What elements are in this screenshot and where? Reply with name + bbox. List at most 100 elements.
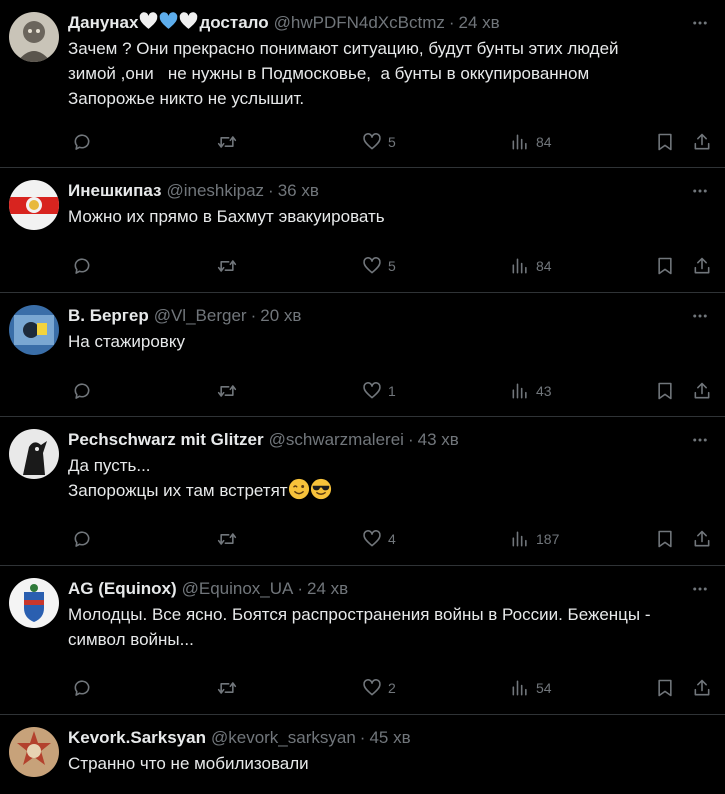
views-icon <box>512 383 527 399</box>
share-button[interactable] <box>692 132 712 152</box>
like-button[interactable]: 1 <box>362 381 396 401</box>
like-button[interactable]: 2 <box>362 678 396 698</box>
view-count: 43 <box>536 383 552 399</box>
timestamp[interactable]: 45 хв <box>369 726 410 750</box>
share-icon <box>694 530 710 547</box>
action-bar: 2 54 <box>68 676 717 700</box>
reply-icon <box>74 258 90 274</box>
handle[interactable]: @schwarzmalerei <box>269 428 404 452</box>
more-icon[interactable] <box>691 580 709 598</box>
reply-button[interactable] <box>72 132 92 152</box>
reply-button[interactable] <box>72 678 92 698</box>
views-button[interactable]: 54 <box>510 678 552 698</box>
avatar[interactable] <box>9 429 59 479</box>
like-icon <box>363 133 381 150</box>
action-bar: 5 84 <box>68 130 717 154</box>
retweet-button[interactable] <box>217 132 237 152</box>
retweet-button[interactable] <box>217 256 237 276</box>
action-bar: 5 84 <box>68 254 717 278</box>
handle[interactable]: @Equinox_UA <box>182 577 294 601</box>
tweet[interactable]: Kevork.Sarksyan @kevork_sarksyan · 45 хв… <box>0 715 725 794</box>
like-count: 5 <box>388 134 396 150</box>
tweet-header: AG (Equinox) @Equinox_UA · 24 хв <box>68 577 709 601</box>
reply-button[interactable] <box>72 381 92 401</box>
more-icon[interactable] <box>691 431 709 449</box>
avatar[interactable] <box>9 578 59 628</box>
tweet-text: На стажировку <box>68 332 185 351</box>
display-name[interactable]: Pechschwarz mit Glitzer <box>68 428 264 452</box>
avatar[interactable] <box>9 305 59 355</box>
retweet-icon <box>217 682 237 694</box>
separator-dot: · <box>359 728 366 747</box>
share-button[interactable] <box>692 381 712 401</box>
handle[interactable]: @hwPDFN4dXcBctmz <box>274 11 445 35</box>
share-button[interactable] <box>692 529 712 549</box>
reply-button[interactable] <box>72 256 92 276</box>
bookmark-button[interactable] <box>655 529 675 549</box>
avatar[interactable] <box>9 180 59 230</box>
bookmark-button[interactable] <box>655 381 675 401</box>
separator-dot: · <box>268 181 274 200</box>
tweet[interactable]: AG (Equinox) @Equinox_UA · 24 хв Молодцы… <box>0 566 725 715</box>
tweet-text: Зачем ? Они прекрасно понимают ситуацию,… <box>68 39 619 108</box>
views-icon <box>512 134 527 150</box>
share-button[interactable] <box>692 678 712 698</box>
display-name[interactable]: Данунах достало <box>68 11 269 35</box>
views-button[interactable]: 43 <box>510 381 552 401</box>
timestamp[interactable]: 24 хв <box>459 11 500 35</box>
timestamp[interactable]: 24 хв <box>307 577 348 601</box>
retweet-button[interactable] <box>217 529 237 549</box>
tweet-text: Да пусть... Запорожцы их там встретят <box>68 453 709 503</box>
like-icon <box>363 382 381 399</box>
share-icon <box>694 133 710 150</box>
timestamp[interactable]: 43 хв <box>418 428 459 452</box>
views-button[interactable]: 187 <box>510 529 559 549</box>
more-icon[interactable] <box>691 307 709 325</box>
views-button[interactable]: 84 <box>510 256 552 276</box>
handle[interactable]: @Vl_Berger <box>154 304 247 328</box>
tweet[interactable]: Инешкипаз @ineshkipaz · 36 хв Можно их п… <box>0 168 725 293</box>
retweet-icon <box>217 385 237 397</box>
display-name[interactable]: В. Бергер <box>68 304 149 328</box>
like-button[interactable]: 4 <box>362 529 396 549</box>
share-icon <box>694 679 710 696</box>
handle[interactable]: @ineshkipaz <box>166 179 264 203</box>
bookmark-icon <box>658 679 672 697</box>
tweet[interactable]: Данунах достало @hwPDFN4dXcBctmz · 24 хв … <box>0 0 725 168</box>
bookmark-button[interactable] <box>655 256 675 276</box>
separator-dot: · <box>297 579 304 598</box>
tweet[interactable]: Pechschwarz mit Glitzer @schwarzmalerei … <box>0 417 725 566</box>
timestamp[interactable]: 36 хв <box>278 179 319 203</box>
share-button[interactable] <box>692 256 712 276</box>
reply-button[interactable] <box>72 529 92 549</box>
views-button[interactable]: 84 <box>510 132 552 152</box>
like-button[interactable]: 5 <box>362 132 396 152</box>
display-name[interactable]: Kevork.Sarksyan <box>68 726 206 750</box>
avatar[interactable] <box>9 12 59 62</box>
timestamp[interactable]: 20 хв <box>260 304 301 328</box>
tweet-text: Странно что не мобилизовали <box>68 754 309 773</box>
tweet-text-line: Запорожцы их там встретят <box>68 481 288 500</box>
action-bar: 4 187 <box>68 527 717 551</box>
tweet[interactable]: В. Бергер @Vl_Berger · 20 хв На стажиров… <box>0 293 725 417</box>
share-icon <box>694 257 710 274</box>
bookmark-button[interactable] <box>655 132 675 152</box>
views-icon <box>512 258 527 274</box>
tweet-text: Молодцы. Все ясно. Боятся распространени… <box>68 605 651 649</box>
more-icon[interactable] <box>691 14 709 32</box>
bookmark-icon <box>658 382 672 400</box>
tweet-text: Можно их прямо в Бахмут эвакуировать <box>68 207 385 226</box>
white-heart-icon <box>140 12 158 29</box>
bookmark-button[interactable] <box>655 678 675 698</box>
display-name[interactable]: AG (Equinox) <box>68 577 177 601</box>
display-name[interactable]: Инешкипаз <box>68 179 161 203</box>
like-button[interactable]: 5 <box>362 256 396 276</box>
retweet-icon <box>217 260 237 272</box>
handle[interactable]: @kevork_sarksyan <box>211 726 356 750</box>
retweet-button[interactable] <box>217 381 237 401</box>
like-count: 1 <box>388 383 396 399</box>
separator-dot: · <box>448 13 455 32</box>
avatar[interactable] <box>9 727 59 777</box>
more-icon[interactable] <box>691 182 709 200</box>
retweet-button[interactable] <box>217 678 237 698</box>
